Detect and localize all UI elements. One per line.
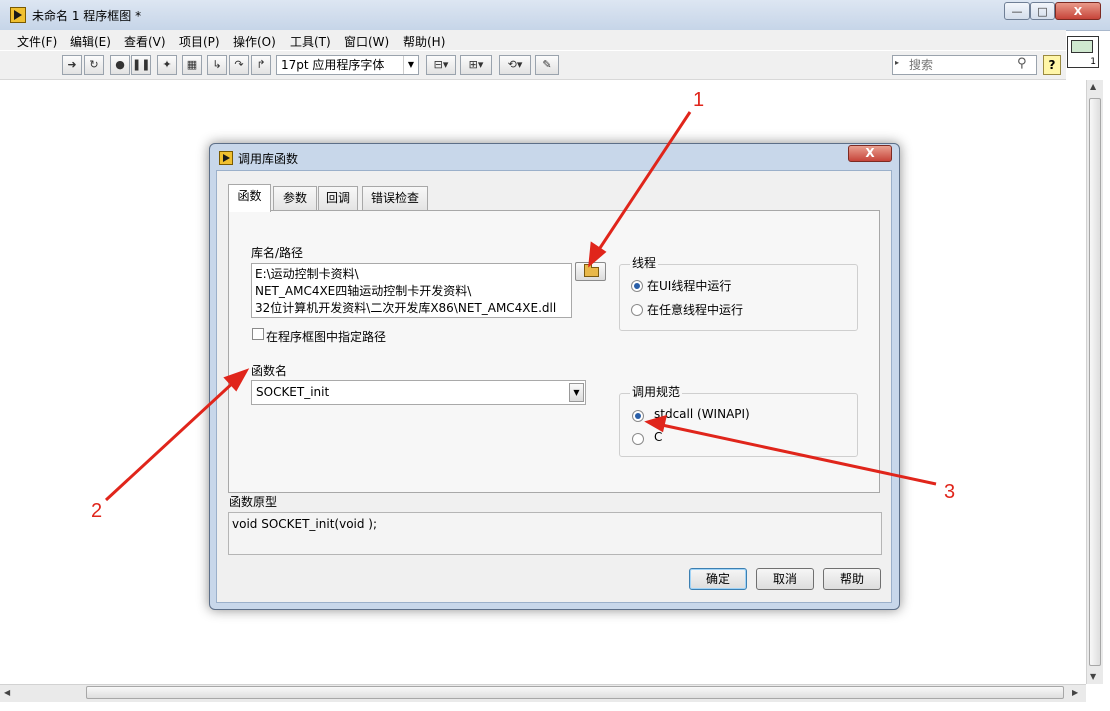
- arrow-1-line: [594, 111, 692, 255]
- annotation-1: 1: [693, 89, 705, 111]
- arrow-3-line: [661, 423, 937, 486]
- annotation-arrows: [104, 111, 937, 502]
- arrow-2-line: [104, 378, 238, 502]
- annotation-2: 2: [91, 500, 103, 522]
- tab-function[interactable]: 函数: [228, 184, 271, 212]
- arrow-3-head: [644, 414, 668, 433]
- annotation-3: 3: [944, 481, 956, 503]
